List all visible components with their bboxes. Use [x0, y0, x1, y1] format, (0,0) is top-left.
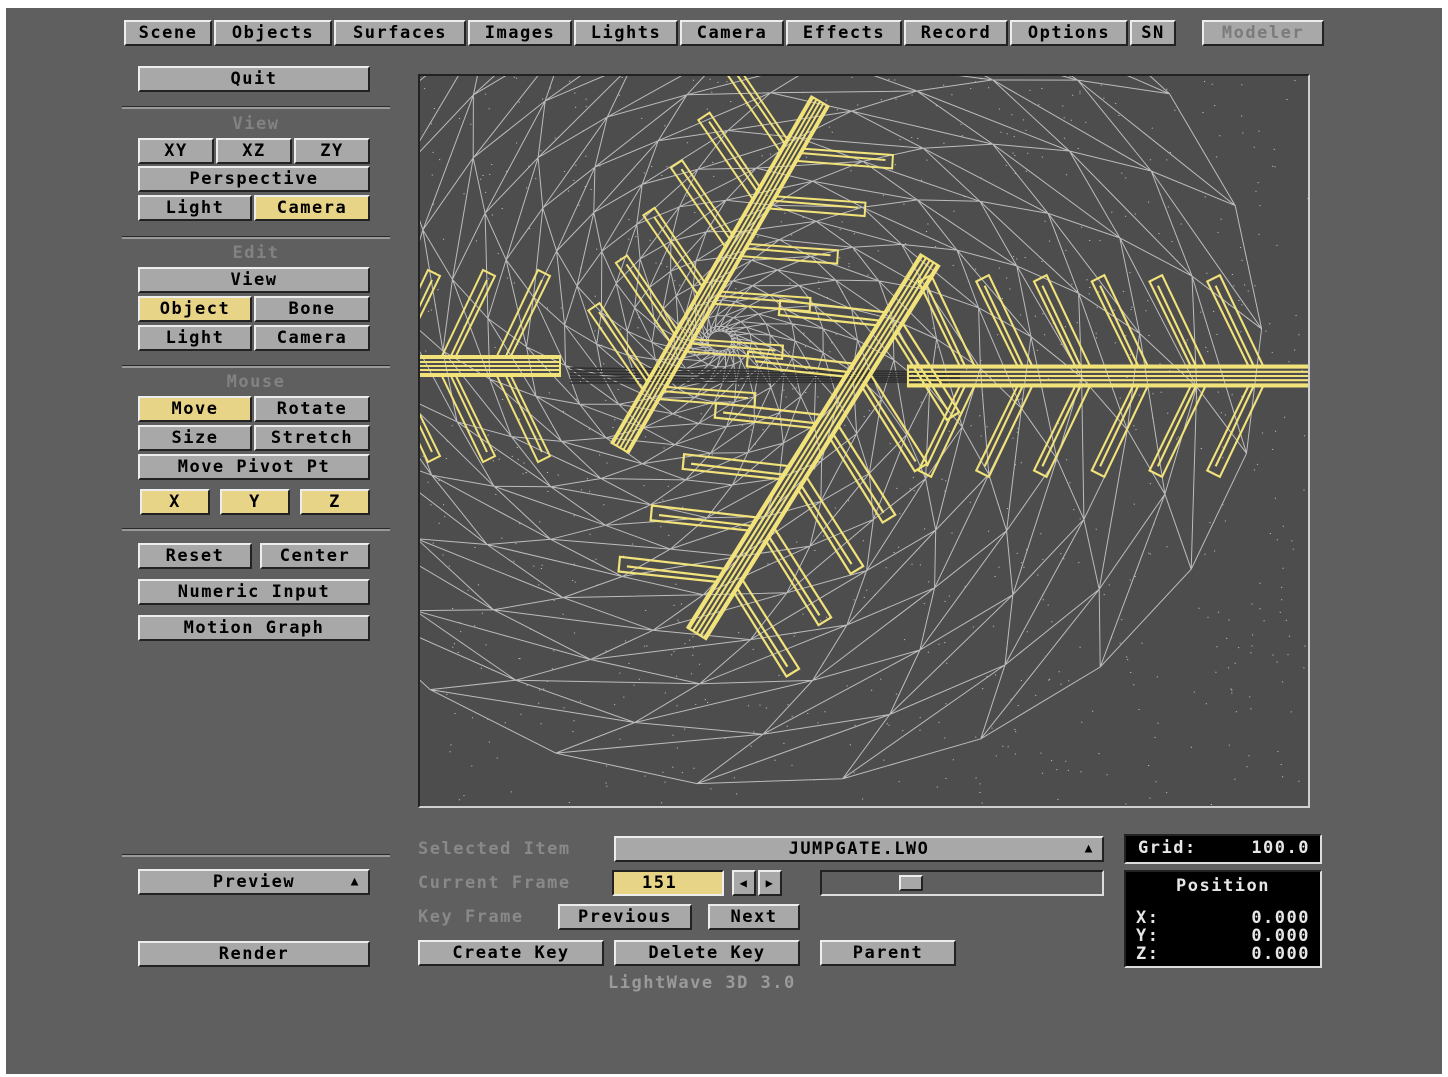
tab-record[interactable]: Record — [904, 20, 1008, 46]
parent-button[interactable]: Parent — [820, 940, 956, 966]
wireframe-scene — [420, 76, 1308, 805]
selected-item-dropdown[interactable]: JUMPGATE.LWO ▲︎ — [614, 836, 1104, 862]
position-z-value: 0.000 — [1251, 944, 1310, 964]
quit-button[interactable]: Quit — [138, 66, 370, 92]
current-frame-label: Current Frame — [418, 873, 571, 893]
grid-label: Grid: — [1138, 838, 1197, 858]
tab-effects[interactable]: Effects — [786, 20, 902, 46]
position-readout: Position X: 0.000 Y: 0.000 Z: 0.000 — [1124, 870, 1322, 968]
selected-item-label: Selected Item — [418, 839, 571, 859]
position-title: Position — [1176, 876, 1270, 896]
create-key-button[interactable]: Create Key — [418, 940, 604, 966]
grid-readout: Grid: 100.0 — [1124, 834, 1322, 864]
view-camera-button[interactable]: Camera — [254, 195, 370, 221]
preview-dropdown[interactable]: Preview ▲︎ — [138, 869, 370, 895]
tab-objects[interactable]: Objects — [214, 20, 332, 46]
axis-x-toggle[interactable]: X — [140, 489, 210, 515]
version-label: LightWave 3D 3.0 — [608, 973, 796, 993]
tab-surfaces[interactable]: Surfaces — [334, 20, 466, 46]
separator — [122, 236, 390, 239]
updown-arrows-icon: ▲︎ — [1084, 841, 1094, 856]
separator — [122, 365, 390, 368]
edit-bone-button[interactable]: Bone — [254, 296, 370, 322]
edit-camera-button[interactable]: Camera — [254, 325, 370, 351]
axis-y-toggle[interactable]: Y — [220, 489, 290, 515]
lightwave-layout-screen: Scene Objects Surfaces Images Lights Cam… — [6, 8, 1442, 1074]
grid-value: 100.0 — [1251, 838, 1310, 858]
render-button[interactable]: Render — [138, 941, 370, 967]
tab-lights[interactable]: Lights — [574, 20, 678, 46]
camera-viewport[interactable] — [418, 74, 1310, 808]
previous-key-button[interactable]: Previous — [558, 904, 692, 930]
mouse-section-title: Mouse — [226, 372, 286, 392]
reset-button[interactable]: Reset — [138, 543, 252, 569]
position-x-value: 0.000 — [1251, 908, 1310, 928]
delete-key-button[interactable]: Delete Key — [614, 940, 800, 966]
frame-back-arrow-icon[interactable]: ◀︎ — [732, 870, 756, 896]
next-key-button[interactable]: Next — [708, 904, 800, 930]
tab-camera[interactable]: Camera — [680, 20, 784, 46]
view-xz-button[interactable]: XZ — [216, 138, 292, 164]
tab-scene[interactable]: Scene — [124, 20, 212, 46]
position-y-value: 0.000 — [1251, 926, 1310, 946]
view-perspective-button[interactable]: Perspective — [138, 166, 370, 192]
view-xy-button[interactable]: XY — [138, 138, 214, 164]
view-light-button[interactable]: Light — [138, 195, 252, 221]
separator — [122, 106, 390, 109]
separator — [122, 528, 390, 531]
preview-label: Preview — [212, 872, 296, 892]
axis-z-toggle[interactable]: Z — [300, 489, 370, 515]
frame-slider-track[interactable] — [820, 870, 1104, 896]
edit-section-title: Edit — [232, 243, 280, 263]
position-y-label: Y: — [1136, 926, 1160, 946]
tab-sn[interactable]: SN — [1130, 20, 1176, 46]
position-x-label: X: — [1136, 908, 1160, 928]
mouse-stretch-button[interactable]: Stretch — [254, 425, 370, 451]
center-button[interactable]: Center — [260, 543, 370, 569]
separator — [122, 854, 390, 857]
move-pivot-button[interactable]: Move Pivot Pt — [138, 454, 370, 480]
frame-slider-knob[interactable] — [899, 875, 923, 891]
tab-images[interactable]: Images — [468, 20, 572, 46]
edit-view-button[interactable]: View — [138, 267, 370, 293]
frame-forward-arrow-icon[interactable]: ▶︎ — [758, 870, 782, 896]
selected-item-value: JUMPGATE.LWO — [788, 839, 930, 859]
current-frame-input[interactable]: 151 — [612, 870, 724, 896]
motion-graph-button[interactable]: Motion Graph — [138, 615, 370, 641]
view-section-title: View — [232, 114, 280, 134]
edit-light-button[interactable]: Light — [138, 325, 252, 351]
view-zy-button[interactable]: ZY — [294, 138, 370, 164]
edit-object-button[interactable]: Object — [138, 296, 252, 322]
key-frame-label: Key Frame — [418, 907, 524, 927]
position-z-label: Z: — [1136, 944, 1160, 964]
tab-options[interactable]: Options — [1010, 20, 1128, 46]
mouse-rotate-button[interactable]: Rotate — [254, 396, 370, 422]
mouse-size-button[interactable]: Size — [138, 425, 252, 451]
numeric-input-button[interactable]: Numeric Input — [138, 579, 370, 605]
updown-arrows-icon: ▲︎ — [350, 874, 360, 889]
modeler-button[interactable]: Modeler — [1202, 20, 1324, 46]
mouse-move-button[interactable]: Move — [138, 396, 252, 422]
